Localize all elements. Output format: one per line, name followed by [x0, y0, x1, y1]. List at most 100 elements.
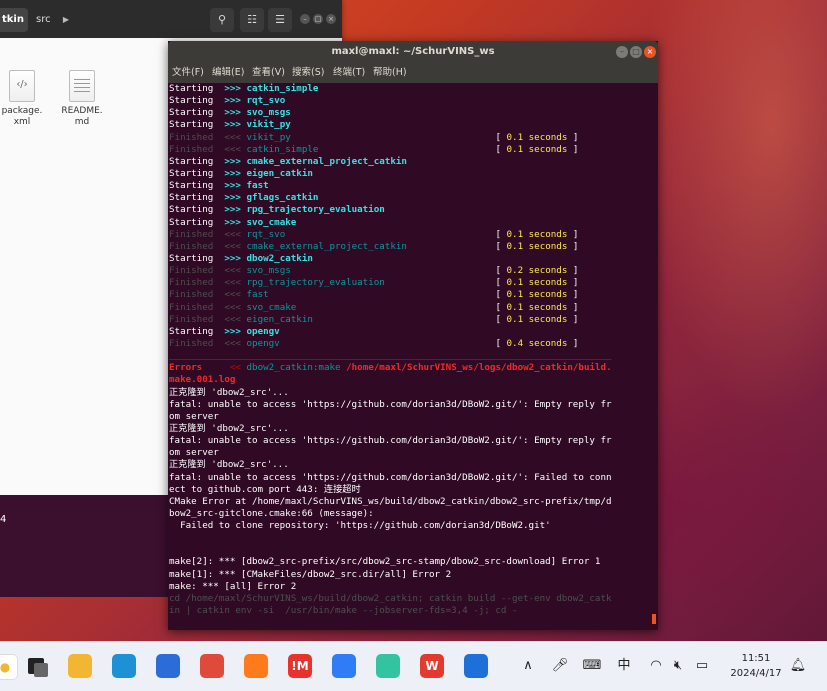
clock[interactable]: 11:51 2024/4/17: [720, 651, 792, 681]
status-word: Finished: [169, 240, 214, 252]
terminal-line: Finished <<< eigen_catkin [ 0.1 seconds …: [169, 314, 654, 326]
file-explorer-icon[interactable]: [68, 654, 92, 678]
terminal-line: make[1]: *** [CMakeFiles/dbow2_src.dir/a…: [169, 569, 654, 581]
output-text: om server: [169, 410, 219, 422]
minimize-icon[interactable]: –: [300, 14, 310, 24]
terminal-line: make: *** [all] Error 2: [169, 581, 654, 593]
bracket: [: [495, 301, 507, 313]
package-name: catkin_simple: [246, 83, 319, 94]
menu-search[interactable]: 搜索(S): [292, 63, 324, 83]
terminal-line: Starting >>> eigen_catkin: [169, 168, 654, 180]
microphone-icon[interactable]: 🎤︎: [550, 655, 570, 677]
breadcrumb-folder-catkin[interactable]: tkin: [0, 8, 28, 32]
output-text: fatal: unable to access 'https://github.…: [169, 471, 612, 483]
terminal-line: om server: [169, 447, 654, 459]
menu-edit[interactable]: 编辑(E): [212, 63, 244, 83]
package-name: opengv: [246, 337, 280, 349]
wifi-icon[interactable]: ◠: [646, 655, 666, 677]
file-name: package. xml: [1, 106, 43, 127]
maximize-icon[interactable]: □: [313, 14, 323, 24]
terminal-titlebar[interactable]: maxl@maxl: ~/SchurVINS_ws – □ ×: [168, 41, 658, 63]
arrow-marker: <<<: [224, 313, 241, 325]
terminal-line: ect to github.com port 443: 连接超时: [169, 484, 654, 496]
errors-label: Errors: [169, 362, 203, 374]
menu-help[interactable]: 帮助(H): [373, 63, 407, 83]
show-hidden-icons-icon[interactable]: ∧: [518, 655, 538, 677]
menu-terminal[interactable]: 终端(T): [333, 63, 365, 83]
breadcrumb-folder-src[interactable]: src: [30, 8, 64, 32]
store-icon[interactable]: [156, 654, 180, 678]
bracket: ]: [567, 301, 579, 313]
bracket: [: [495, 240, 507, 252]
status-word: Finished: [169, 143, 214, 155]
file-item-package-xml[interactable]: ‹/› package. xml: [0, 70, 52, 128]
bracket: ]: [567, 143, 579, 155]
phone-link-icon[interactable]: [464, 654, 488, 678]
output-text: CMake Error at /home/maxl/SchurVINS_ws/b…: [169, 495, 612, 507]
terminal-output[interactable]: Starting >>> catkin_simple Starting >>> r…: [169, 83, 654, 628]
status-word: Starting: [169, 204, 214, 216]
terminal-title: maxl@maxl: ~/SchurVINS_ws: [331, 46, 495, 57]
status-word: Finished: [169, 131, 214, 143]
snipping-icon[interactable]: [200, 654, 224, 678]
status-word: Finished: [169, 301, 214, 313]
background-window-text: 4: [0, 514, 7, 525]
bracket: [: [495, 131, 507, 143]
chat-icon[interactable]: [376, 654, 400, 678]
terminal-menubar: 文件(F) 编辑(E) 查看(V) 搜索(S) 终端(T) 帮助(H): [168, 63, 658, 83]
bracket: ]: [567, 131, 579, 143]
menu-view[interactable]: 查看(V): [252, 63, 285, 83]
partial-app-icon[interactable]: ●: [0, 654, 18, 680]
menu-file[interactable]: 文件(F): [172, 63, 204, 83]
search-icon[interactable]: ⚲: [210, 8, 234, 32]
terminal-line: Errors << dbow2_catkin:make /home/maxl/S…: [169, 362, 654, 374]
file-name: README. md: [61, 106, 103, 127]
battery-icon[interactable]: ▭: [692, 655, 712, 677]
arrow-marker: >>>: [224, 180, 241, 192]
package-name: rqt_svo: [246, 95, 286, 107]
close-icon[interactable]: ×: [326, 14, 336, 24]
notification-bell-icon[interactable]: 🔔︎: [788, 655, 808, 677]
arrow-marker: >>>: [224, 167, 241, 179]
output-text: 正克隆到 'dbow2_src'...: [169, 459, 289, 471]
keyboard-icon[interactable]: ⌨: [582, 655, 602, 677]
terminal-line: Finished <<< svo_cmake [ 0.1 seconds ]: [169, 302, 654, 314]
firefox-icon[interactable]: [244, 654, 268, 678]
command-text: cd /home/maxl/SchurVINS_ws/build/dbow2_c…: [169, 592, 612, 604]
volume-mute-icon[interactable]: 🔇︎: [668, 655, 688, 677]
status-word: Starting: [169, 119, 214, 131]
package-name: rpg_trajectory_evaluation: [246, 204, 385, 216]
minimize-icon[interactable]: –: [616, 46, 628, 58]
clock-time: 11:51: [741, 653, 771, 664]
wps-icon[interactable]: W: [420, 654, 444, 678]
task-view-icon[interactable]: [26, 654, 50, 678]
input-method-indicator[interactable]: 中: [614, 655, 634, 677]
arrow-marker: >>>: [224, 325, 241, 337]
bracket: ]: [567, 289, 579, 301]
package-name: dbow2_catkin: [246, 252, 313, 264]
status-word: Starting: [169, 252, 214, 264]
arrow-marker: <<<: [224, 131, 241, 143]
view-toggle-icon[interactable]: ☷: [240, 8, 264, 32]
bracket: ]: [567, 228, 579, 240]
terminal-line: Starting >>> cmake_external_project_catk…: [169, 156, 654, 168]
output-text: make[1]: *** [CMakeFiles/dbow2_src.dir/a…: [169, 568, 452, 580]
arrow-marker: <<<: [224, 289, 241, 301]
terminal-line: Finished <<< svo_msgs [ 0.2 seconds ]: [169, 265, 654, 277]
feishu-icon[interactable]: [332, 654, 356, 678]
maximize-icon[interactable]: □: [630, 46, 642, 58]
close-icon[interactable]: ×: [644, 46, 656, 58]
edge-icon[interactable]: [112, 654, 136, 678]
terminal-window[interactable]: maxl@maxl: ~/SchurVINS_ws – □ × 文件(F) 编辑…: [168, 41, 658, 630]
package-name: svo_cmake: [246, 216, 297, 228]
menu-icon[interactable]: ☰: [268, 8, 292, 32]
package-name: eigen_catkin: [246, 313, 313, 325]
taskbar: ● !M W ∧ 🎤︎ ⌨ 中 ◠ 🔇︎ ▭ 11:51 2024/4/17 🔔︎: [0, 641, 827, 691]
package-name: cmake_external_project_catkin: [246, 155, 407, 167]
app-red-icon[interactable]: !M: [288, 654, 312, 678]
breadcrumb-forward-icon[interactable]: ▶: [60, 8, 72, 32]
status-word: Finished: [169, 277, 214, 289]
make-label: :make: [312, 362, 341, 374]
file-item-readme-md[interactable]: README. md: [52, 70, 112, 128]
status-word: Starting: [169, 167, 214, 179]
